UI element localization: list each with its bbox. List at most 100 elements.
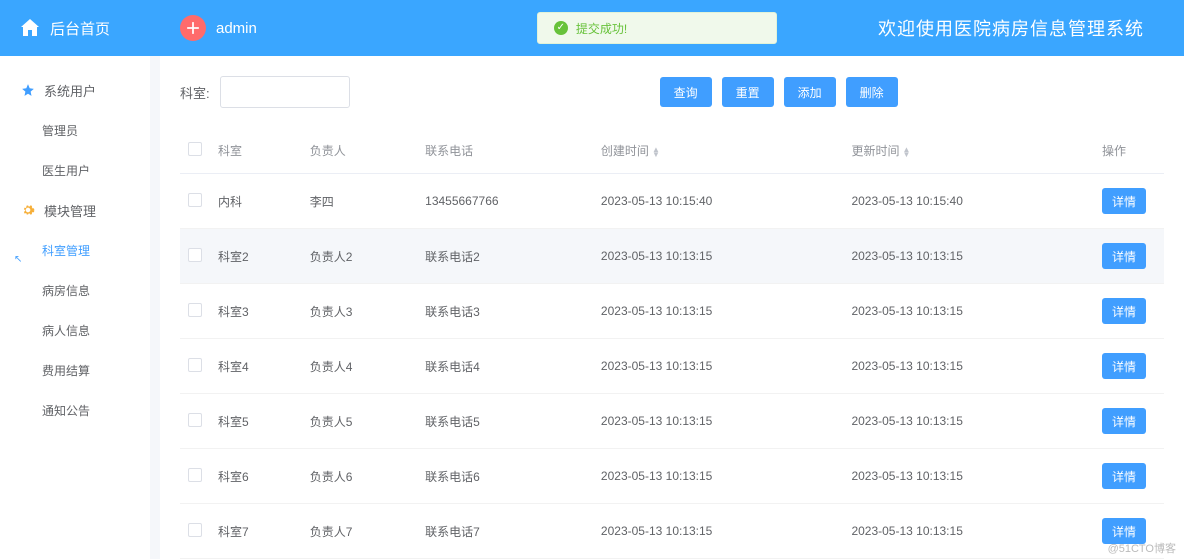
dept-filter-input[interactable]	[220, 76, 350, 108]
cell-created: 2023-05-13 10:13:15	[593, 229, 844, 284]
detail-button[interactable]: 详情	[1102, 408, 1146, 434]
cell-updated: 2023-05-13 10:13:15	[843, 284, 1094, 339]
sort-icon[interactable]: ▲▼	[902, 147, 910, 157]
row-checkbox[interactable]	[188, 193, 202, 207]
row-checkbox[interactable]	[188, 413, 202, 427]
star-icon	[20, 82, 36, 98]
th-phone[interactable]: 联系电话	[417, 128, 593, 174]
sidebar-group[interactable]: 系统用户	[0, 70, 150, 110]
search-button[interactable]: 查询	[660, 77, 712, 107]
cell-updated: 2023-05-13 10:13:15	[843, 229, 1094, 284]
detail-button[interactable]: 详情	[1102, 188, 1146, 214]
row-checkbox[interactable]	[188, 468, 202, 482]
th-updated[interactable]: 更新时间▲▼	[843, 128, 1094, 174]
table-row: 科室3 负责人3 联系电话3 2023-05-13 10:13:15 2023-…	[180, 284, 1164, 339]
detail-button[interactable]: 详情	[1102, 463, 1146, 489]
dept-table: 科室 负责人 联系电话 创建时间▲▼ 更新时间▲▼ 操作 内科 李四 13455…	[180, 128, 1164, 559]
cell-created: 2023-05-13 10:13:15	[593, 394, 844, 449]
cell-owner: 负责人2	[302, 229, 417, 284]
cursor-icon: ↖	[14, 254, 22, 265]
sidebar-item-label: 管理员	[42, 122, 78, 139]
table-row: 科室2 负责人2 联系电话2 2023-05-13 10:13:15 2023-…	[180, 229, 1164, 284]
select-all-checkbox[interactable]	[188, 142, 202, 156]
sidebar-item[interactable]: 费用结算	[0, 350, 150, 390]
cell-dept: 科室2	[210, 229, 302, 284]
row-checkbox[interactable]	[188, 358, 202, 372]
sidebar-item-label: 病房信息	[42, 282, 90, 299]
cell-phone: 联系电话2	[417, 229, 593, 284]
detail-button[interactable]: 详情	[1102, 353, 1146, 379]
th-dept[interactable]: 科室	[210, 128, 302, 174]
add-button[interactable]: 添加	[784, 77, 836, 107]
cell-updated: 2023-05-13 10:13:15	[843, 449, 1094, 504]
sidebar-group-label: 模块管理	[44, 201, 96, 220]
sort-icon[interactable]: ▲▼	[652, 147, 660, 157]
filter-label: 科室:	[180, 83, 210, 102]
cell-owner: 李四	[302, 174, 417, 229]
sidebar-item-label: 科室管理	[42, 242, 90, 259]
th-owner[interactable]: 负责人	[302, 128, 417, 174]
cell-dept: 科室3	[210, 284, 302, 339]
admin-avatar-icon	[180, 15, 206, 41]
detail-button[interactable]: 详情	[1102, 243, 1146, 269]
sidebar-group[interactable]: 模块管理	[0, 190, 150, 230]
table-row: 科室5 负责人5 联系电话5 2023-05-13 10:13:15 2023-…	[180, 394, 1164, 449]
cell-updated: 2023-05-13 10:13:15	[843, 339, 1094, 394]
sidebar-item-label: 病人信息	[42, 322, 90, 339]
cell-dept: 科室6	[210, 449, 302, 504]
cell-created: 2023-05-13 10:13:15	[593, 449, 844, 504]
cell-owner: 负责人6	[302, 449, 417, 504]
row-checkbox[interactable]	[188, 523, 202, 537]
sidebar-item-label: 医生用户	[42, 162, 90, 179]
cell-created: 2023-05-13 10:15:40	[593, 174, 844, 229]
watermark: @51CTO博客	[1108, 540, 1176, 556]
cell-owner: 负责人4	[302, 339, 417, 394]
sidebar-item-label: 通知公告	[42, 402, 90, 419]
success-alert: ✓ 提交成功!	[537, 12, 777, 44]
sidebar-item-label: 费用结算	[42, 362, 90, 379]
cell-phone: 13455667766	[417, 174, 593, 229]
detail-button[interactable]: 详情	[1102, 298, 1146, 324]
sidebar-item[interactable]: 科室管理 ↖	[0, 230, 150, 270]
sidebar-item[interactable]: 医生用户	[0, 150, 150, 190]
th-action: 操作	[1094, 128, 1164, 174]
sidebar-item[interactable]: 病人信息	[0, 310, 150, 350]
sidebar-item[interactable]: 病房信息	[0, 270, 150, 310]
check-icon: ✓	[554, 21, 568, 35]
reset-button[interactable]: 重置	[722, 77, 774, 107]
gear-icon	[20, 202, 36, 218]
cell-created: 2023-05-13 10:13:15	[593, 339, 844, 394]
cell-phone: 联系电话5	[417, 394, 593, 449]
admin-block[interactable]: admin	[180, 15, 257, 41]
sidebar-item[interactable]: 管理员	[0, 110, 150, 150]
cell-dept: 科室4	[210, 339, 302, 394]
row-checkbox[interactable]	[188, 303, 202, 317]
cell-owner: 负责人3	[302, 284, 417, 339]
delete-button[interactable]: 删除	[846, 77, 898, 107]
sidebar-item[interactable]: 通知公告	[0, 390, 150, 430]
home-icon	[18, 16, 42, 40]
th-created[interactable]: 创建时间▲▼	[593, 128, 844, 174]
cell-phone: 联系电话6	[417, 449, 593, 504]
cell-updated: 2023-05-13 10:13:15	[843, 394, 1094, 449]
row-checkbox[interactable]	[188, 248, 202, 262]
table-row: 科室6 负责人6 联系电话6 2023-05-13 10:13:15 2023-…	[180, 449, 1164, 504]
table-row: 科室7 负责人7 联系电话7 2023-05-13 10:13:15 2023-…	[180, 504, 1164, 559]
cell-updated: 2023-05-13 10:15:40	[843, 174, 1094, 229]
main-content: 科室: 查询 重置 添加 删除 科室 负责人 联系电话 创建时间▲▼ 更新时间▲…	[160, 56, 1184, 559]
table-row: 科室4 负责人4 联系电话4 2023-05-13 10:13:15 2023-…	[180, 339, 1164, 394]
table-row: 内科 李四 13455667766 2023-05-13 10:15:40 20…	[180, 174, 1164, 229]
cell-phone: 联系电话3	[417, 284, 593, 339]
cell-dept: 内科	[210, 174, 302, 229]
cell-owner: 负责人5	[302, 394, 417, 449]
alert-text: 提交成功!	[576, 20, 627, 37]
cell-created: 2023-05-13 10:13:15	[593, 284, 844, 339]
filter-row: 科室: 查询 重置 添加 删除	[180, 76, 1164, 108]
cell-phone: 联系电话7	[417, 504, 593, 559]
topbar-title: 欢迎使用医院病房信息管理系统	[878, 15, 1184, 41]
sidebar: 系统用户管理员医生用户模块管理科室管理 ↖ 病房信息病人信息费用结算通知公告	[0, 56, 150, 559]
cell-phone: 联系电话4	[417, 339, 593, 394]
sidebar-group-label: 系统用户	[44, 81, 96, 100]
admin-name: admin	[216, 20, 257, 37]
topbar-home[interactable]: 后台首页	[0, 16, 150, 40]
